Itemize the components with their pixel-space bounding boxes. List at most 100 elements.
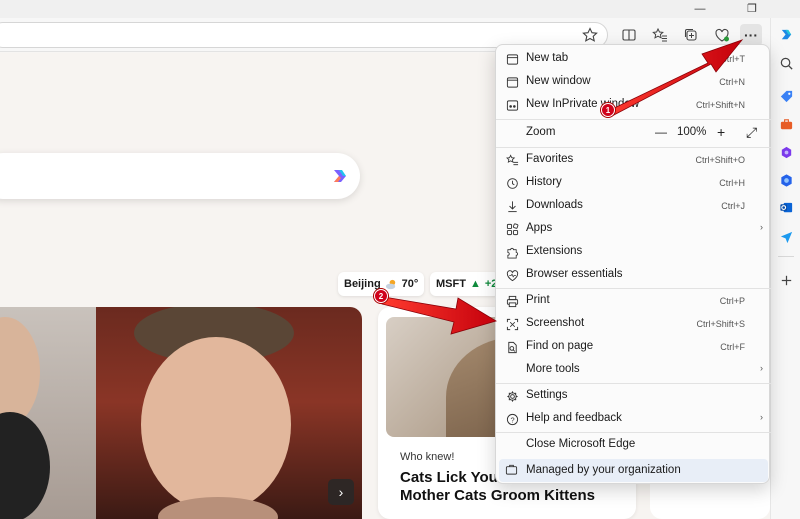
- copilot-icon[interactable]: [778, 26, 794, 42]
- menu-divider: [496, 288, 771, 289]
- stock-up-icon: ▲: [469, 278, 481, 290]
- menu-divider: [496, 147, 771, 148]
- new-window-icon: [505, 75, 519, 89]
- title-bar: — ❐: [0, 0, 800, 18]
- collections-icon[interactable]: [680, 24, 702, 46]
- menu-shortcut: Ctrl+Shift+O: [695, 155, 745, 165]
- menu-label: Zoom: [526, 126, 556, 138]
- menu-item-managed-by-organization[interactable]: Managed by your organization: [499, 459, 768, 482]
- menu-item-zoom: Zoom — 100% + ⤢: [496, 122, 771, 144]
- menu-shortcut: Ctrl+F: [720, 342, 745, 352]
- menu-item-apps[interactable]: Apps ›: [496, 218, 771, 240]
- hero-news-carousel[interactable]: ›: [0, 307, 362, 519]
- svg-text:?: ?: [510, 415, 514, 424]
- inprivate-icon: [505, 98, 519, 112]
- menu-divider: [496, 119, 771, 120]
- menu-label: Browser essentials: [526, 268, 623, 280]
- sidebar-divider: [778, 256, 794, 257]
- apps-icon: [505, 222, 519, 236]
- menu-label: New window: [526, 75, 591, 87]
- screenshot-icon: [505, 317, 519, 331]
- add-icon[interactable]: [778, 272, 794, 288]
- menu-item-browser-essentials[interactable]: Browser essentials: [496, 264, 771, 286]
- menu-label: Settings: [526, 389, 568, 401]
- weather-temp: 70°: [401, 278, 419, 290]
- star-icon[interactable]: [579, 24, 601, 46]
- menu-label: Help and feedback: [526, 412, 622, 424]
- hero-image-right: [96, 307, 362, 519]
- browser-essentials-icon[interactable]: [711, 24, 733, 46]
- menu-item-screenshot[interactable]: Screenshot Ctrl+Shift+S: [496, 313, 771, 335]
- menu-label: Screenshot: [526, 317, 585, 329]
- carousel-next-button[interactable]: ›: [328, 479, 354, 505]
- tools-icon[interactable]: [778, 116, 794, 132]
- menu-shortcut: Ctrl+P: [719, 296, 745, 306]
- settings-and-more-button[interactable]: ···: [740, 24, 762, 46]
- annotation-badge-2: 2: [374, 289, 388, 303]
- stock-chip[interactable]: MSFT ▲ +2.: [430, 272, 500, 296]
- zoom-out-button[interactable]: —: [655, 125, 667, 139]
- menu-item-settings[interactable]: Settings: [496, 385, 771, 407]
- copilot-logo-icon[interactable]: [330, 166, 350, 186]
- menu-item-favorites[interactable]: Favorites Ctrl+Shift+O: [496, 149, 771, 171]
- menu-item-new-inprivate-window[interactable]: New InPrivate window Ctrl+Shift+N: [496, 94, 771, 116]
- restore-button[interactable]: ❐: [738, 0, 766, 18]
- outlook-icon[interactable]: [778, 199, 794, 215]
- games-icon[interactable]: [778, 144, 794, 160]
- submenu-arrow-icon: ›: [760, 363, 763, 373]
- new-tab-icon: [505, 52, 519, 66]
- menu-shortcut: Ctrl+J: [721, 201, 745, 211]
- menu-label: New tab: [526, 52, 569, 64]
- web-search-box[interactable]: [0, 153, 360, 199]
- menu-label: Favorites: [526, 153, 574, 165]
- history-icon: [505, 176, 519, 190]
- menu-item-new-window[interactable]: New window Ctrl+N: [496, 71, 771, 93]
- menu-label: New InPrivate window: [526, 98, 640, 110]
- shopping-tag-icon[interactable]: [778, 88, 794, 104]
- menu-label: Downloads: [526, 199, 583, 211]
- menu-label: Close Microsoft Edge: [526, 438, 636, 450]
- menu-item-close-edge[interactable]: Close Microsoft Edge: [496, 434, 771, 456]
- split-screen-icon[interactable]: [618, 24, 640, 46]
- menu-shortcut: Ctrl+H: [719, 178, 745, 188]
- menu-item-find-on-page[interactable]: Find on page Ctrl+F: [496, 336, 771, 358]
- favorites-icon[interactable]: [649, 24, 671, 46]
- extensions-icon: [505, 245, 519, 259]
- menu-item-extensions[interactable]: Extensions: [496, 241, 771, 263]
- microsoft-365-icon[interactable]: [778, 172, 794, 188]
- menu-item-history[interactable]: History Ctrl+H: [496, 172, 771, 194]
- hero-image-left: [0, 307, 96, 519]
- annotation-badge-1: 1: [601, 103, 615, 117]
- zoom-in-button[interactable]: +: [717, 124, 725, 140]
- submenu-arrow-icon: ›: [760, 222, 763, 232]
- weather-city: Beijing: [344, 278, 381, 290]
- menu-label: Extensions: [526, 245, 583, 257]
- menu-label: Apps: [526, 222, 553, 234]
- weather-cloud-icon: [385, 279, 395, 289]
- zoom-level: 100%: [677, 126, 707, 138]
- menu-item-new-tab[interactable]: New tab Ctrl+T: [496, 48, 771, 70]
- send-icon[interactable]: [778, 228, 794, 244]
- find-on-page-icon: [505, 340, 519, 354]
- menu-item-downloads[interactable]: Downloads Ctrl+J: [496, 195, 771, 217]
- printer-icon: [505, 294, 519, 308]
- menu-divider: [496, 432, 771, 433]
- menu-label: History: [526, 176, 562, 188]
- gear-icon: [505, 389, 519, 403]
- download-icon: [505, 199, 519, 213]
- menu-item-help-and-feedback[interactable]: ? Help and feedback ›: [496, 408, 771, 430]
- settings-and-more-menu: New tab Ctrl+T New window Ctrl+N New InP…: [495, 44, 771, 484]
- fullscreen-button[interactable]: ⤢: [746, 124, 757, 141]
- search-icon[interactable]: [778, 55, 794, 71]
- edge-sidebar: [770, 18, 800, 519]
- menu-label: Print: [526, 294, 550, 306]
- menu-item-print[interactable]: Print Ctrl+P: [496, 290, 771, 312]
- news-card-kicker: Who knew!: [400, 451, 455, 463]
- submenu-arrow-icon: ›: [760, 412, 763, 422]
- menu-shortcut: Ctrl+N: [719, 77, 745, 87]
- menu-item-more-tools[interactable]: More tools ›: [496, 359, 771, 381]
- minimize-button[interactable]: —: [686, 0, 714, 18]
- menu-shortcut: Ctrl+Shift+N: [695, 100, 745, 110]
- menu-divider: [496, 383, 771, 384]
- help-icon: ?: [505, 412, 519, 426]
